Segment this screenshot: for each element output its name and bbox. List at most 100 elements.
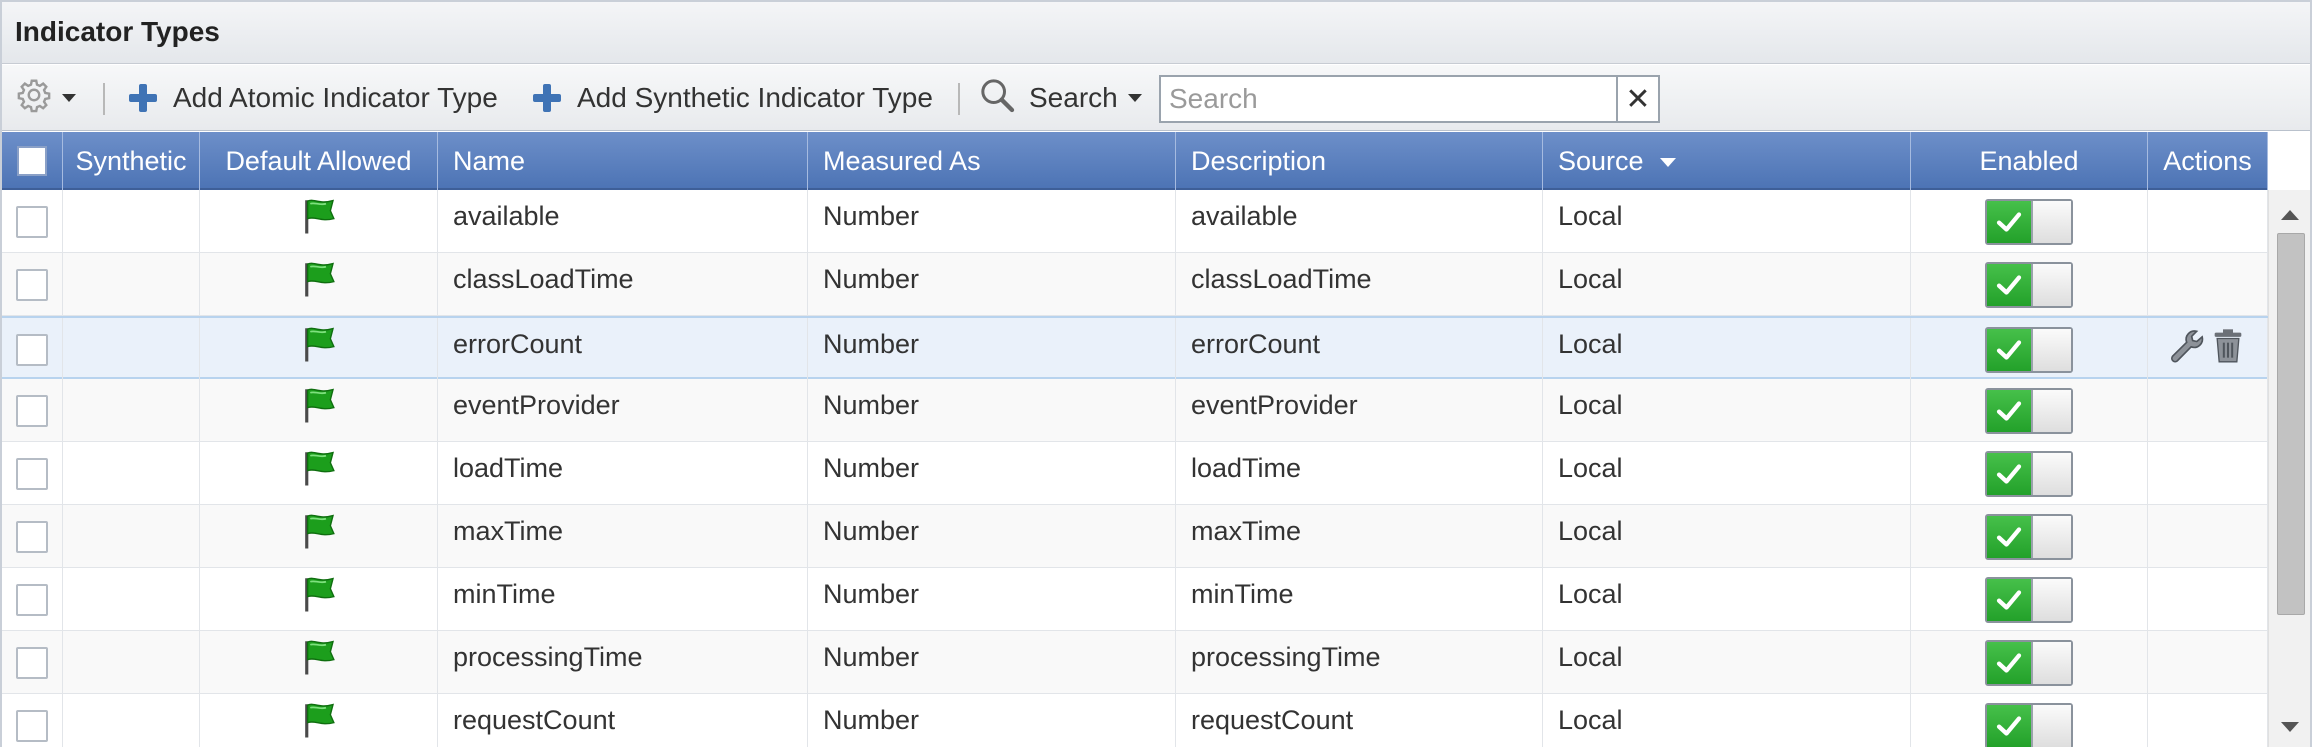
- scroll-thumb[interactable]: [2277, 233, 2305, 615]
- name-cell: loadTime: [438, 442, 808, 505]
- toolbar-separator: [103, 83, 105, 115]
- checkmark-icon: [1987, 328, 2031, 371]
- synthetic-cell: [63, 190, 200, 253]
- column-header-description[interactable]: Description: [1176, 132, 1543, 190]
- measured-as-cell: Number: [808, 631, 1176, 694]
- row-checkbox[interactable]: [16, 646, 48, 679]
- green-flag-icon: [298, 327, 340, 372]
- column-label: Default Allowed: [225, 145, 412, 176]
- column-label: Source: [1558, 145, 1644, 176]
- trash-icon[interactable]: [2208, 326, 2248, 373]
- enabled-toggle[interactable]: [1985, 261, 2073, 308]
- name-cell: requestCount: [438, 694, 808, 747]
- table-row[interactable]: loadTime Number loadTime Local: [2, 442, 2268, 505]
- row-select-cell: [2, 190, 63, 253]
- row-select-cell: [2, 253, 63, 316]
- measured-as-cell: Number: [808, 442, 1176, 505]
- description-cell: classLoadTime: [1176, 253, 1543, 316]
- default-allowed-cell: [200, 379, 438, 442]
- actions-cell: [2148, 568, 2268, 631]
- enabled-toggle[interactable]: [1985, 702, 2073, 747]
- description-cell: available: [1176, 190, 1543, 253]
- description-cell: maxTime: [1176, 505, 1543, 568]
- column-label: Enabled: [1979, 145, 2079, 176]
- settings-menu-button[interactable]: [16, 65, 76, 131]
- measured-as-cell: Number: [808, 568, 1176, 631]
- source-cell: Local: [1543, 318, 1911, 381]
- column-header-source[interactable]: Source: [1543, 132, 1911, 190]
- row-checkbox[interactable]: [16, 709, 48, 742]
- close-icon: ✕: [1625, 82, 1651, 116]
- search-menu-button[interactable]: Search: [977, 65, 1142, 131]
- enabled-toggle[interactable]: [1985, 576, 2073, 623]
- checkmark-icon: [1987, 704, 2031, 747]
- measured-as-cell: Number: [808, 253, 1176, 316]
- enabled-toggle[interactable]: [1985, 450, 2073, 497]
- row-checkbox[interactable]: [16, 520, 48, 553]
- row-checkbox[interactable]: [16, 583, 48, 616]
- column-header-default-allowed[interactable]: Default Allowed: [200, 132, 438, 190]
- green-flag-icon: [298, 388, 340, 433]
- table-row[interactable]: requestCount Number requestCount Local: [2, 694, 2268, 747]
- enabled-toggle[interactable]: [1985, 513, 2073, 560]
- column-header-measured-as[interactable]: Measured As: [808, 132, 1176, 190]
- column-header-synthetic[interactable]: Synthetic: [63, 132, 200, 190]
- plus-icon: [129, 84, 157, 112]
- table-row[interactable]: processingTime Number processingTime Local: [2, 631, 2268, 694]
- row-select-cell: [2, 379, 63, 442]
- search-input[interactable]: [1161, 79, 1613, 119]
- measured-as-cell: Number: [808, 505, 1176, 568]
- add-atomic-indicator-type-button[interactable]: Add Atomic Indicator Type: [129, 65, 498, 131]
- green-flag-icon: [298, 199, 340, 244]
- default-allowed-cell: [200, 568, 438, 631]
- column-header-name[interactable]: Name: [438, 132, 808, 190]
- description-cell: loadTime: [1176, 442, 1543, 505]
- description-cell: processingTime: [1176, 631, 1543, 694]
- scroll-down-arrow-icon[interactable]: [2281, 722, 2299, 732]
- row-checkbox[interactable]: [16, 205, 48, 238]
- description-cell: minTime: [1176, 568, 1543, 631]
- vertical-scrollbar[interactable]: [2268, 190, 2310, 747]
- enabled-toggle[interactable]: [1985, 639, 2073, 686]
- description-cell: requestCount: [1176, 694, 1543, 747]
- row-checkbox[interactable]: [16, 268, 48, 301]
- actions-cell: [2148, 318, 2268, 381]
- enabled-toggle[interactable]: [1985, 387, 2073, 434]
- enabled-cell: [1911, 631, 2148, 694]
- synthetic-cell: [63, 318, 200, 381]
- name-cell: minTime: [438, 568, 808, 631]
- checkmark-icon: [1987, 452, 2031, 495]
- enabled-toggle[interactable]: [1985, 326, 2073, 373]
- search-field: ✕: [1159, 75, 1660, 123]
- name-cell: classLoadTime: [438, 253, 808, 316]
- enabled-cell: [1911, 253, 2148, 316]
- select-all-checkbox[interactable]: [17, 146, 47, 176]
- add-synthetic-indicator-type-button[interactable]: Add Synthetic Indicator Type: [533, 65, 933, 131]
- clear-search-button[interactable]: ✕: [1616, 77, 1658, 121]
- name-cell: errorCount: [438, 318, 808, 381]
- enabled-cell: [1911, 318, 2148, 381]
- source-cell: Local: [1543, 253, 1911, 316]
- column-header-enabled[interactable]: Enabled: [1911, 132, 2148, 190]
- table-row[interactable]: maxTime Number maxTime Local: [2, 505, 2268, 568]
- scroll-up-arrow-icon[interactable]: [2281, 210, 2299, 220]
- row-checkbox[interactable]: [16, 333, 48, 366]
- row-checkbox[interactable]: [16, 394, 48, 427]
- toggle-off-half: [2031, 641, 2071, 684]
- column-header-actions: Actions: [2148, 132, 2268, 190]
- column-label: Description: [1191, 145, 1327, 176]
- actions-cell: [2148, 505, 2268, 568]
- green-flag-icon: [298, 451, 340, 496]
- name-cell: processingTime: [438, 631, 808, 694]
- table-row[interactable]: minTime Number minTime Local: [2, 568, 2268, 631]
- table-row[interactable]: errorCount Number errorCount Local: [2, 316, 2268, 381]
- table-row[interactable]: classLoadTime Number classLoadTime Local: [2, 253, 2268, 316]
- column-label: Name: [453, 145, 526, 176]
- measured-as-cell: Number: [808, 318, 1176, 381]
- table-row[interactable]: available Number available Local: [2, 190, 2268, 253]
- wrench-icon[interactable]: [2168, 326, 2208, 373]
- enabled-toggle[interactable]: [1985, 198, 2073, 245]
- table-row[interactable]: eventProvider Number eventProvider Local: [2, 379, 2268, 442]
- actions-cell: [2148, 631, 2268, 694]
- row-checkbox[interactable]: [16, 457, 48, 490]
